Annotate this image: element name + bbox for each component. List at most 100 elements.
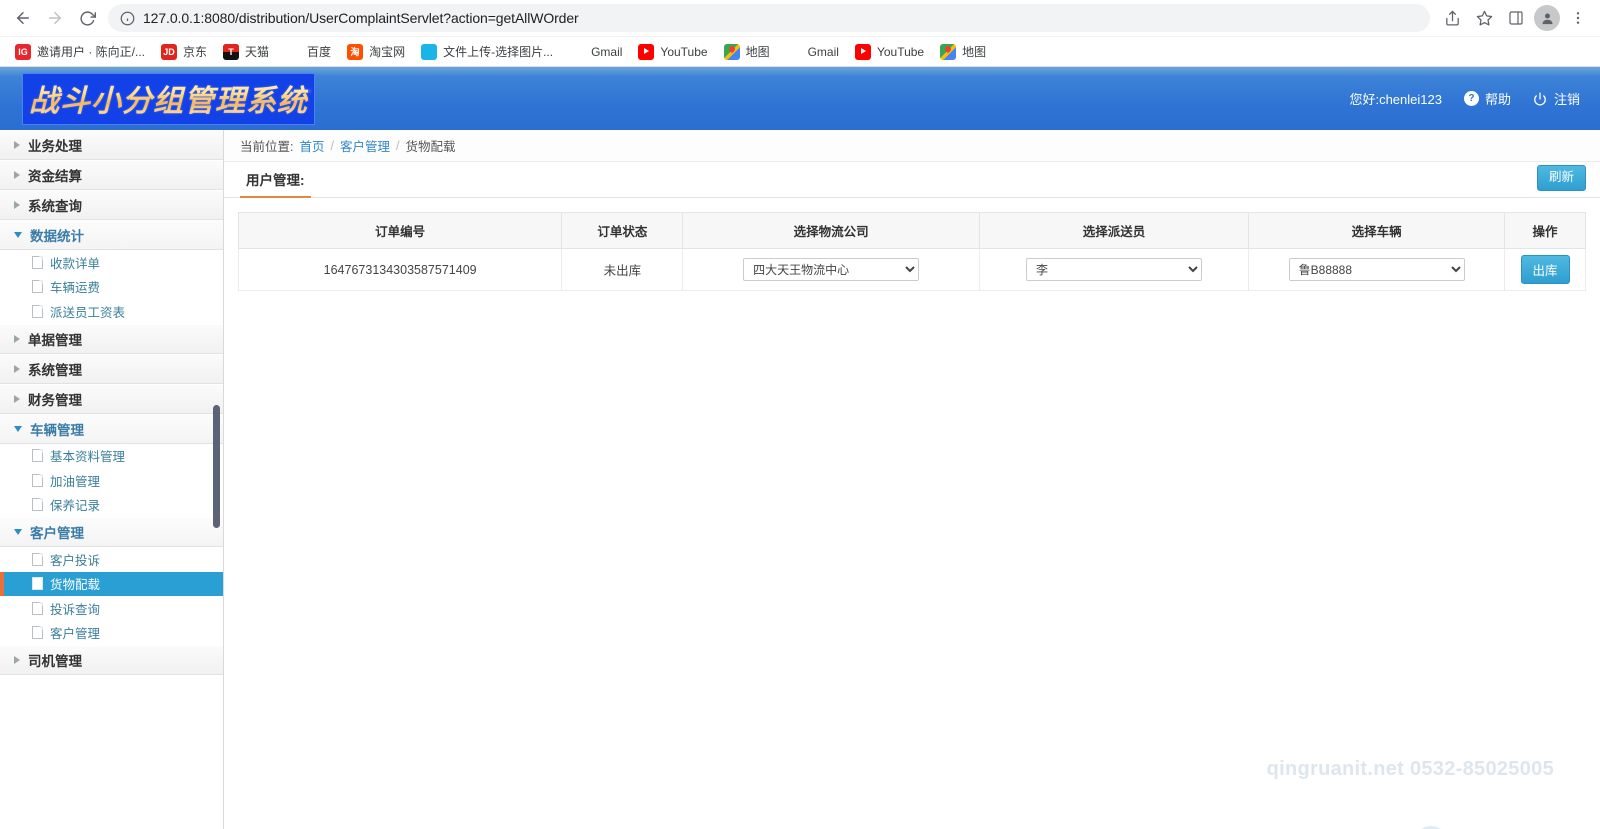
- table-row: 1647673134303587571409 未出库 四大天王物流中心 李 鲁B8888…: [237, 248, 1586, 291]
- sidebar-group-label: 客户管理: [30, 526, 84, 541]
- sidebar-item-label: 加油管理: [50, 474, 101, 489]
- bookmark-label: Gmail: [807, 44, 839, 59]
- sidebar-group-9[interactable]: 司机管理: [0, 645, 223, 675]
- bookmark-label: 邀请用户 · 陈向正/...: [37, 45, 146, 59]
- bookmark-item[interactable]: M Gmail: [779, 41, 846, 63]
- browser-chrome: 127.0.0.1:8080/distribution/UserComplain…: [0, 0, 1600, 67]
- sidebar-item[interactable]: 派送员工资表: [0, 299, 223, 324]
- bookmark-item[interactable]: IG 邀请用户 · 陈向正/...: [8, 40, 152, 63]
- toolbar-actions: [1438, 4, 1592, 32]
- chevron-right-icon: [14, 171, 20, 179]
- table-body: 1647673134303587571409 未出库 四大天王物流中心 李 鲁B8888…: [237, 248, 1586, 291]
- sidebar-group-0[interactable]: 业务处理: [0, 130, 223, 160]
- courier-select[interactable]: 李: [1026, 258, 1202, 281]
- sidebar-item[interactable]: 投诉查询: [0, 596, 223, 621]
- logout-button[interactable]: 注销: [1533, 89, 1580, 108]
- column-header: 选择派送员: [978, 212, 1250, 249]
- site-info-icon[interactable]: [120, 11, 135, 26]
- sidebar-group-8[interactable]: 客户管理: [0, 517, 223, 547]
- bookmark-item[interactable]: 淘淘宝网: [340, 40, 412, 63]
- bookmark-item[interactable]: YouTube: [848, 41, 931, 63]
- action-cell: 出库: [1504, 248, 1586, 291]
- bookmark-star-icon[interactable]: [1470, 4, 1498, 32]
- sidebar-item[interactable]: 收款详单: [0, 250, 223, 275]
- favicon-icon: M: [573, 46, 581, 57]
- bookmark-item[interactable]: T 天猫: [216, 40, 276, 63]
- document-icon: [32, 601, 43, 615]
- bookmark-item[interactable]: 百百度: [278, 40, 338, 63]
- refresh-button[interactable]: 刷新: [1536, 165, 1586, 191]
- sidebar-item[interactable]: 客户管理: [0, 620, 223, 645]
- sidebar-group-7[interactable]: 车辆管理: [0, 413, 223, 444]
- forward-button[interactable]: [40, 3, 70, 33]
- sidebar-item[interactable]: 保养记录: [0, 492, 223, 517]
- logistics-company-select[interactable]: 四大天王物流中心: [743, 258, 920, 281]
- bookmark-item[interactable]: JD 京东: [154, 40, 214, 63]
- address-bar[interactable]: 127.0.0.1:8080/distribution/UserComplain…: [108, 4, 1430, 32]
- bookmark-label: YouTube: [876, 44, 925, 59]
- sidebar-scrollbar[interactable]: [213, 405, 220, 528]
- sidebar-group-5[interactable]: 系统管理: [0, 353, 223, 384]
- breadcrumb-item[interactable]: 客户管理: [340, 136, 390, 155]
- sidebar-item-label: 派送员工资表: [50, 305, 126, 320]
- help-button[interactable]: ? 帮助: [1463, 89, 1511, 108]
- sidebar-item[interactable]: 客户投诉: [0, 547, 223, 572]
- chrome-menu-icon[interactable]: [1564, 4, 1592, 32]
- column-header: 订单状态: [561, 212, 684, 249]
- table-header: 订单编号 订单状态 选择物流公司 选择派送员 选择车辆 操作: [237, 212, 1586, 249]
- document-icon: [32, 304, 43, 318]
- bookmark-item[interactable]: 地图: [717, 40, 777, 63]
- url-text: 127.0.0.1:8080/distribution/UserComplain…: [143, 10, 579, 26]
- app-header: 战斗小分组管理系统 您好:chenlei123 ? 帮助 注销: [0, 67, 1600, 130]
- side-panel-icon[interactable]: [1502, 4, 1530, 32]
- favicon-icon: M: [789, 46, 798, 57]
- sidebar: 业务处理资金结算系统查询数据统计 收款详单 车辆运费派送员工资表单据管理系统管理财务…: [0, 130, 224, 829]
- sidebar-group-2[interactable]: 系统查询: [0, 190, 223, 220]
- favicon-icon: [854, 43, 871, 60]
- bookmark-label: 文件上传-选择图片...: [443, 45, 554, 59]
- breadcrumb-separator: /: [330, 138, 334, 153]
- breadcrumb-item[interactable]: 首页: [299, 136, 324, 155]
- share-icon[interactable]: [1438, 4, 1466, 32]
- bookmark-item[interactable]: 地图: [933, 40, 993, 63]
- sidebar-group-label: 系统查询: [28, 199, 82, 214]
- bookmark-item[interactable]: M Gmail: [562, 41, 629, 63]
- sidebar-item[interactable]: 车辆运费: [0, 274, 223, 299]
- bookmark-item[interactable]: YouTube: [631, 41, 714, 63]
- sidebar-item-label: 投诉查询: [50, 602, 101, 617]
- vehicle-select[interactable]: 鲁B88888: [1288, 258, 1465, 281]
- sidebar-group-label: 单据管理: [28, 332, 82, 348]
- back-button[interactable]: [8, 3, 38, 33]
- sidebar-group-label: 业务处理: [28, 139, 82, 154]
- chevron-right-icon: [14, 364, 20, 373]
- application: 战斗小分组管理系统 您好:chenlei123 ? 帮助 注销 业务处理资金结算…: [0, 67, 1600, 829]
- sidebar-group-label: 系统管理: [28, 362, 82, 378]
- sidebar-group-4[interactable]: 单据管理: [0, 323, 223, 354]
- sidebar-group-3[interactable]: 数据统计: [0, 220, 223, 250]
- sidebar-item-label: 基本资料管理: [50, 450, 126, 465]
- app-logo: 战斗小分组管理系统: [22, 72, 315, 125]
- sidebar-group-6[interactable]: 财务管理: [0, 383, 223, 414]
- document-icon: [32, 552, 43, 566]
- bookmark-label: 淘宝网: [369, 45, 406, 59]
- bookmark-label: Gmail: [591, 44, 623, 59]
- watermark-brand: 万码学堂: [1458, 824, 1562, 829]
- sidebar-item-active[interactable]: 货物配载: [0, 571, 223, 596]
- logistics-company-cell: 四大天王物流中心: [682, 248, 980, 291]
- reload-button[interactable]: [72, 3, 102, 33]
- profile-avatar[interactable]: [1534, 5, 1560, 31]
- sidebar-group-1[interactable]: 资金结算: [0, 160, 223, 190]
- main-content: 当前位置: 首页 / 客户管理 / 货物配载 用户管理: 刷新 订单编号 订单状态 选择物流…: [224, 130, 1600, 829]
- sidebar-item[interactable]: 加油管理: [0, 468, 223, 493]
- watermark-mark-icon: ɯ: [1413, 825, 1448, 829]
- power-icon: [1533, 91, 1548, 106]
- sidebar-item-label: 保养记录: [50, 499, 101, 514]
- favicon-icon: T: [223, 43, 240, 60]
- chevron-right-icon: [14, 201, 20, 209]
- panel-header: 用户管理: 刷新: [224, 162, 1600, 198]
- breadcrumb-item: 货物配载: [405, 140, 456, 154]
- bookmark-item[interactable]: 文件上传-选择图片...: [414, 40, 560, 63]
- sidebar-item[interactable]: 基本资料管理: [0, 443, 223, 468]
- document-icon: [32, 577, 43, 591]
- ship-out-button[interactable]: 出库: [1520, 255, 1570, 284]
